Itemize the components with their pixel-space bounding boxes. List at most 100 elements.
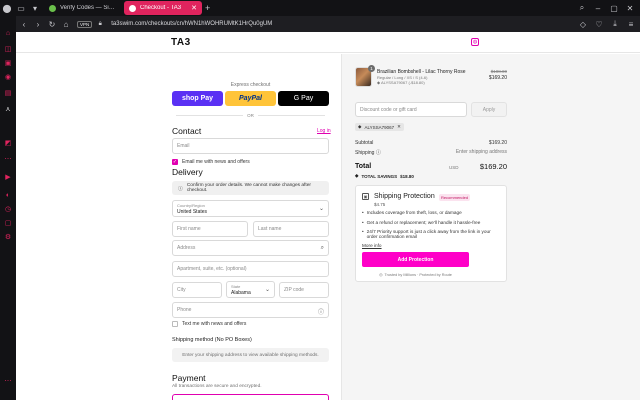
text-news-checkbox[interactable] (172, 321, 178, 327)
page-content: Express checkout shop Pay PayPal G Pay O… (16, 32, 640, 400)
tab-verify-codes[interactable]: Verify Codes — SimplyCo (44, 1, 122, 15)
tag-icon: ◆ (355, 173, 359, 178)
bullet-text: Includes coverage from theft, loss, or d… (366, 210, 462, 215)
add-protection-button[interactable]: Add Protection (362, 252, 469, 267)
apartment-field[interactable]: Apartment, suite, etc. (optional) (172, 261, 329, 277)
phone-placeholder: Phone (177, 307, 192, 313)
more-sidebar-icon[interactable]: ⋯ (3, 376, 13, 386)
recommended-badge: Recommended (439, 194, 470, 201)
close-window-icon[interactable]: ✕ (623, 1, 637, 15)
address-bar: ‹ › ↻ ⌂ VPN 🔒︎ ta3swim.com/checkouts/cn/… (16, 16, 640, 32)
info-icon: ⓘ (178, 186, 183, 192)
play-sidebar-icon[interactable]: ▶ (3, 172, 13, 182)
vpn-sidebar-icon[interactable]: ⋏ (3, 104, 13, 114)
bookmark-sidebar-icon[interactable]: ▤ (3, 88, 13, 98)
new-tab-button[interactable]: + (205, 3, 210, 13)
contact-heading: Contact (172, 126, 202, 136)
shop-pay-button[interactable]: shop Pay (172, 91, 223, 106)
shipping-method-placeholder: Enter your shipping address to view avai… (172, 348, 329, 362)
tab-checkout[interactable]: Checkout - TA3 ✕ (124, 1, 202, 15)
payment-heading: Payment (172, 373, 206, 383)
back-icon[interactable]: ‹ (18, 18, 30, 30)
country-select[interactable]: Country/Region United States ⌄ (172, 200, 329, 217)
browser-sidebar: ⌂ ◫ ▣ ◉ ▤ ⋏ ◩ ⋯ ▶ ◐ ◷ ▢ ⚙ ⋯ (0, 16, 16, 400)
paypal-button[interactable]: PayPal (225, 91, 276, 106)
payment-method-box[interactable] (172, 394, 329, 400)
search-icon[interactable]: ⌕ (575, 1, 589, 15)
messenger-sidebar-icon[interactable]: ◉ (3, 72, 13, 82)
clock-sidebar-icon[interactable]: ◷ (3, 204, 13, 214)
close-tab-icon[interactable]: ✕ (191, 4, 197, 12)
help-icon[interactable]: ⓘ (318, 307, 324, 316)
tab-list-icon[interactable]: ▾ (28, 1, 42, 15)
url-field[interactable]: ta3swim.com/checkouts/cn/hWN1hWOHRUMtK1H… (111, 21, 272, 27)
protection-price: $4.75 (374, 202, 386, 207)
package-icon: ▣ (362, 193, 369, 200)
state-select[interactable]: State Alabama ⌄ (226, 281, 275, 298)
delivery-heading: Delivery (172, 167, 203, 177)
state-value: Alabama (231, 290, 251, 296)
discount-code-input[interactable]: Discount code or gift card (355, 102, 467, 117)
protection-bullet: • Includes coverage from theft, loss, or … (362, 210, 462, 215)
help-icon[interactable]: ⓘ (376, 150, 381, 156)
reload-icon[interactable]: ↻ (46, 18, 58, 30)
text-news-option[interactable]: Text me with news and offers (172, 321, 246, 327)
email-field[interactable]: Email (172, 138, 329, 154)
country-value: United States (177, 209, 208, 215)
product-discount-tag: ◆ ALYSSA79067 (-$18.80) (377, 80, 425, 85)
email-news-label: Email me with news and offers (182, 159, 250, 165)
remove-code-icon[interactable]: ✕ (397, 124, 401, 130)
phone-field[interactable]: Phone ⓘ (172, 302, 329, 318)
chevron-down-icon: ⌄ (318, 206, 324, 212)
settings-sidebar-icon[interactable]: ⚙ (3, 232, 13, 242)
home-icon[interactable]: ⌂ (60, 18, 72, 30)
city-field[interactable]: City (172, 282, 222, 298)
tv-sidebar-icon[interactable]: ▣ (3, 58, 13, 68)
protection-bullet: • Get a refund or replacement; we'll hand… (362, 220, 481, 225)
apply-button[interactable]: Apply (471, 102, 507, 117)
box-sidebar-icon[interactable]: ▢ (3, 218, 13, 228)
express-checkout-label: Express checkout (230, 82, 271, 88)
shipping-label: Shipping ⓘ (355, 149, 381, 156)
first-name-field[interactable]: First name (172, 221, 248, 237)
subtotal-label: Subtotal (355, 140, 374, 146)
download-icon[interactable]: ⤓ (609, 18, 621, 30)
lock-icon[interactable]: 🔒︎ (94, 18, 106, 30)
minimize-icon[interactable]: – (591, 1, 605, 15)
sidebar-toggle-icon[interactable]: ▭ (14, 1, 28, 15)
shipping-label-text: Shipping (355, 150, 375, 156)
tag-icon: ◆ (358, 124, 362, 129)
heart-icon[interactable]: ♡ (593, 18, 605, 30)
address-placeholder: Address (177, 245, 196, 251)
extension-icon[interactable]: ◇ (577, 18, 589, 30)
last-name-field[interactable]: Last name (253, 221, 329, 237)
user-sidebar-icon[interactable]: ◐ (3, 190, 13, 200)
checkout-favicon-icon (129, 4, 136, 12)
address-field[interactable]: Address ⌕ (172, 240, 329, 256)
more-info-link[interactable]: More info (362, 243, 382, 248)
maximize-icon[interactable]: ▢ (607, 1, 621, 15)
country-label: Country/Region (177, 203, 205, 208)
product-discount-text: ALYSSA79067 (-$18.80) (380, 80, 425, 85)
twitch-sidebar-icon[interactable]: ◩ (3, 138, 13, 148)
trusted-text: Trusted by Millions · Protected by Route (384, 272, 452, 277)
verify-favicon-icon (49, 4, 56, 12)
shipping-value: Enter shipping address (455, 149, 507, 155)
search-icon: ⌕ (320, 245, 324, 251)
savings-label: TOTAL SAVINGS (361, 173, 398, 179)
dots-sidebar-icon[interactable]: ⋯ (3, 154, 13, 164)
subtotal-value: $169.20 (488, 140, 507, 146)
bag-sidebar-icon[interactable]: ◫ (3, 44, 13, 54)
menu-icon[interactable]: ≡ (625, 18, 637, 30)
product-price: $169.20 (488, 75, 507, 81)
browser-logo-icon[interactable]: ⬤ (0, 1, 14, 15)
shield-icon: ◎ (379, 273, 383, 277)
google-pay-button[interactable]: G Pay (278, 91, 329, 106)
login-link[interactable]: Log in (317, 128, 331, 134)
zip-field[interactable]: ZIP code (279, 282, 329, 298)
forward-icon[interactable]: › (32, 18, 44, 30)
home-sidebar-icon[interactable]: ⌂ (3, 28, 13, 38)
email-news-option[interactable]: ✓ Email me with news and offers (172, 159, 250, 165)
email-news-checkbox[interactable]: ✓ (172, 159, 178, 165)
vpn-badge[interactable]: VPN (77, 20, 93, 28)
